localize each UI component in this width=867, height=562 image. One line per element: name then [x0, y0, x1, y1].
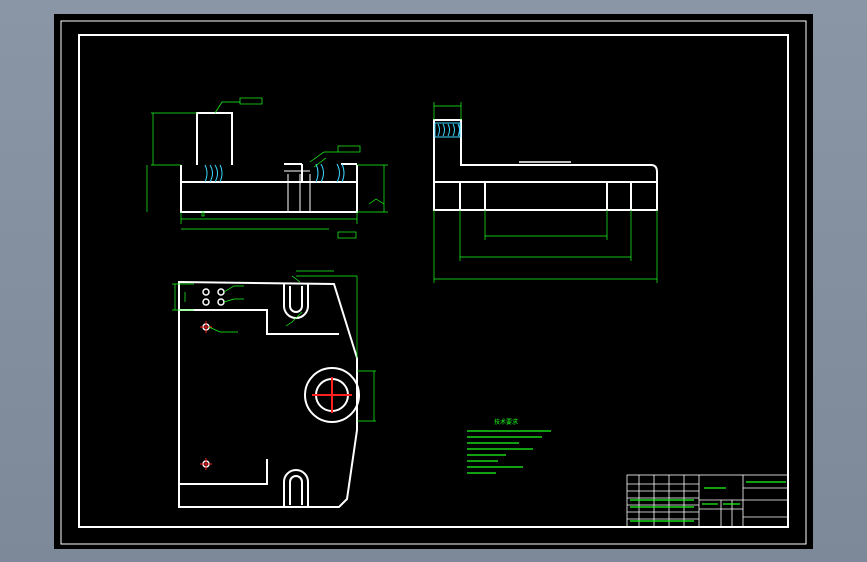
- side-view-dimensions: [433, 102, 658, 283]
- cad-drawing: 技术要求: [60, 20, 807, 545]
- inner-border: [78, 34, 789, 528]
- drawing-sheet: 技术要求: [54, 14, 813, 549]
- side-view: [433, 119, 658, 211]
- front-view: [180, 112, 358, 213]
- notes-title: 技术要求: [494, 418, 518, 426]
- side-view-hatch: [434, 122, 461, 138]
- outer-border: [60, 20, 807, 545]
- front-view-hatch: [204, 163, 345, 183]
- technical-notes: 技术要求: [467, 418, 551, 474]
- top-view-centerlines: [200, 321, 352, 470]
- front-view-dimensions: [146, 97, 388, 239]
- title-block: [626, 474, 789, 528]
